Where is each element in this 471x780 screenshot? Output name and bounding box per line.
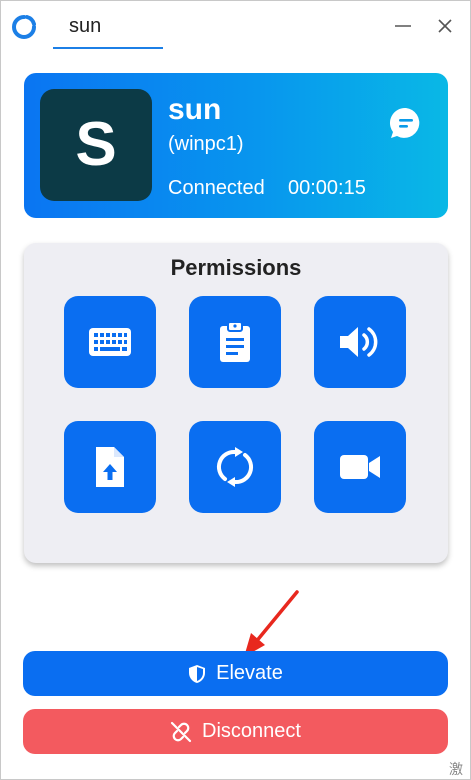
title-bar: sun [1,1,470,53]
unlink-icon [170,721,192,743]
video-camera-icon [340,455,380,479]
permission-keyboard-button[interactable] [64,296,156,388]
chat-icon[interactable] [388,105,424,141]
elevate-button[interactable]: Elevate [23,651,448,696]
avatar: S [40,89,152,201]
connection-duration: 00:00:15 [288,177,366,199]
restart-icon [216,447,254,487]
keyboard-icon [89,328,131,356]
annotation-arrow-icon [244,590,299,657]
avatar-letter: S [75,110,117,179]
clipboard-icon [220,321,250,362]
shield-icon [188,664,206,684]
permissions-panel: Permissions [24,243,448,563]
permission-file-transfer-button[interactable] [64,421,156,513]
session-host: (winpc1) [168,133,244,155]
permission-recording-button[interactable] [314,421,406,513]
permission-audio-button[interactable] [314,296,406,388]
close-button[interactable] [434,15,456,37]
permission-restart-button[interactable] [189,421,281,513]
file-upload-icon [96,447,124,487]
session-name: sun [168,93,222,126]
app-logo-icon [12,15,36,39]
connection-status: Connected [168,177,265,199]
minimize-icon [395,25,411,27]
minimize-button[interactable] [392,15,414,37]
corner-watermark-text: 激 [449,761,463,777]
disconnect-label: Disconnect [202,720,301,742]
permission-clipboard-button[interactable] [189,296,281,388]
speaker-icon [340,327,378,357]
session-card: S sun (winpc1) Connected 00:00:15 [24,73,448,218]
disconnect-button[interactable]: Disconnect [23,709,448,754]
permissions-title: Permissions [170,255,302,280]
tab-label: sun [69,15,102,37]
app-window: sun S sun (winpc1) Connected 00:00:15 Pe… [0,0,471,780]
tab-session[interactable]: sun [53,1,163,49]
close-icon [438,19,452,33]
elevate-label: Elevate [216,662,283,684]
